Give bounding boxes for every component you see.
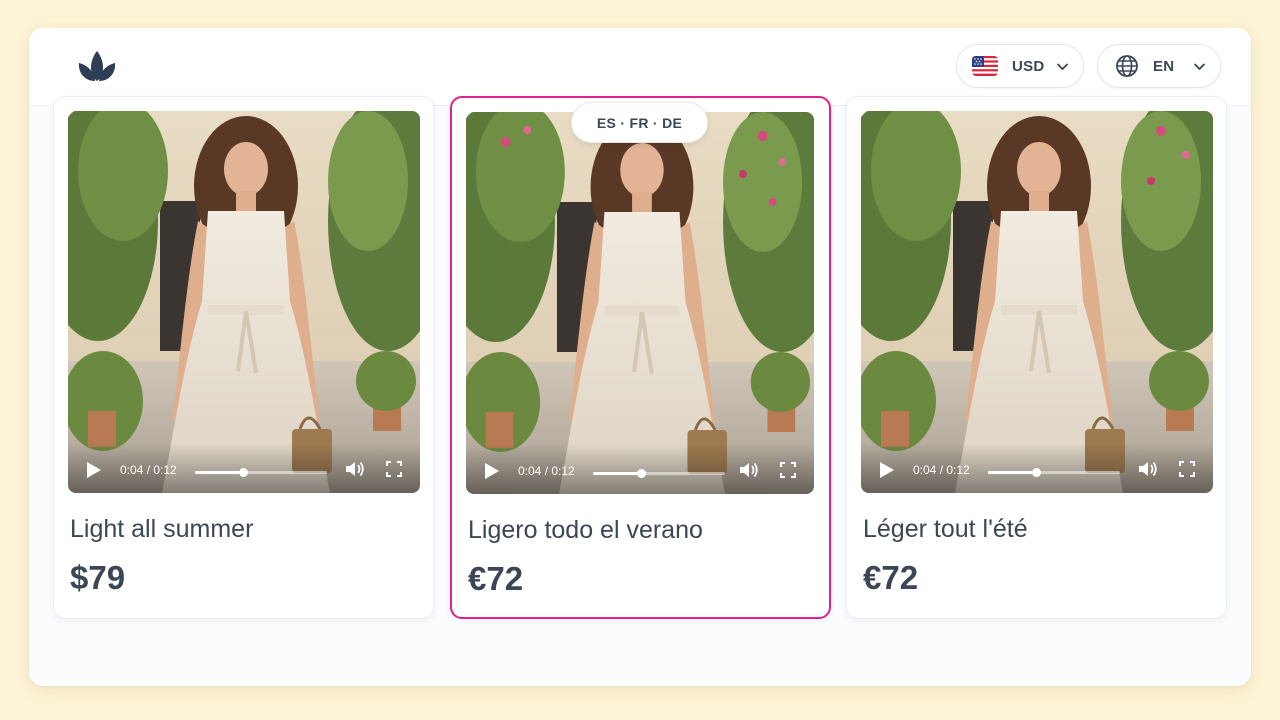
fullscreen-icon[interactable] bbox=[1179, 461, 1195, 477]
product-title: Light all summer bbox=[70, 515, 254, 543]
globe-icon bbox=[1116, 55, 1138, 77]
product-title: Léger tout l'été bbox=[863, 515, 1028, 543]
chevron-down-icon bbox=[1194, 63, 1205, 70]
leaf-logo-icon[interactable] bbox=[77, 47, 117, 83]
video-progress-handle[interactable] bbox=[1031, 468, 1041, 477]
play-icon[interactable] bbox=[484, 462, 500, 480]
currency-selector[interactable]: USD bbox=[956, 44, 1084, 88]
product-video[interactable]: 0:04 / 0:12 bbox=[861, 111, 1213, 493]
chevron-down-icon bbox=[1057, 63, 1068, 70]
video-progress-bar[interactable] bbox=[593, 469, 725, 478]
language-selector[interactable]: EN bbox=[1097, 44, 1221, 88]
product-price: $79 bbox=[70, 559, 126, 596]
video-controls: 0:04 / 0:12 bbox=[466, 444, 814, 494]
video-time: 0:04 / 0:12 bbox=[120, 463, 177, 477]
top-bar: USD EN bbox=[29, 28, 1251, 106]
video-progress-handle[interactable] bbox=[238, 468, 248, 477]
language-badge: ES · FR · DE bbox=[571, 102, 708, 143]
video-progress-bar[interactable] bbox=[988, 468, 1120, 477]
video-controls: 0:04 / 0:12 bbox=[861, 443, 1213, 493]
currency-label: USD bbox=[1012, 57, 1045, 75]
volume-icon[interactable] bbox=[738, 460, 760, 480]
video-progress-handle[interactable] bbox=[636, 469, 646, 478]
product-video[interactable]: 0:04 / 0:12 bbox=[68, 111, 420, 493]
volume-icon[interactable] bbox=[344, 459, 366, 479]
fullscreen-icon[interactable] bbox=[386, 461, 402, 477]
product-price: €72 bbox=[863, 559, 919, 596]
video-controls: 0:04 / 0:12 bbox=[68, 443, 420, 493]
product-video[interactable]: 0:04 / 0:12 bbox=[466, 112, 814, 494]
play-icon[interactable] bbox=[879, 461, 895, 479]
product-card[interactable]: 0:04 / 0:12 Ligero todo el verano €72 bbox=[450, 96, 831, 619]
video-time: 0:04 / 0:12 bbox=[518, 464, 575, 478]
us-flag-icon bbox=[972, 56, 998, 76]
product-price: €72 bbox=[468, 560, 524, 597]
play-icon[interactable] bbox=[86, 461, 102, 479]
product-title: Ligero todo el verano bbox=[468, 516, 703, 544]
video-time: 0:04 / 0:12 bbox=[913, 463, 970, 477]
fullscreen-icon[interactable] bbox=[780, 462, 796, 478]
volume-icon[interactable] bbox=[1137, 459, 1159, 479]
product-card[interactable]: 0:04 / 0:12 Light all summer $79 bbox=[53, 96, 434, 619]
language-label: EN bbox=[1153, 57, 1175, 75]
product-card[interactable]: 0:04 / 0:12 Léger tout l'été €72 bbox=[846, 96, 1227, 619]
video-progress-bar[interactable] bbox=[195, 468, 327, 477]
